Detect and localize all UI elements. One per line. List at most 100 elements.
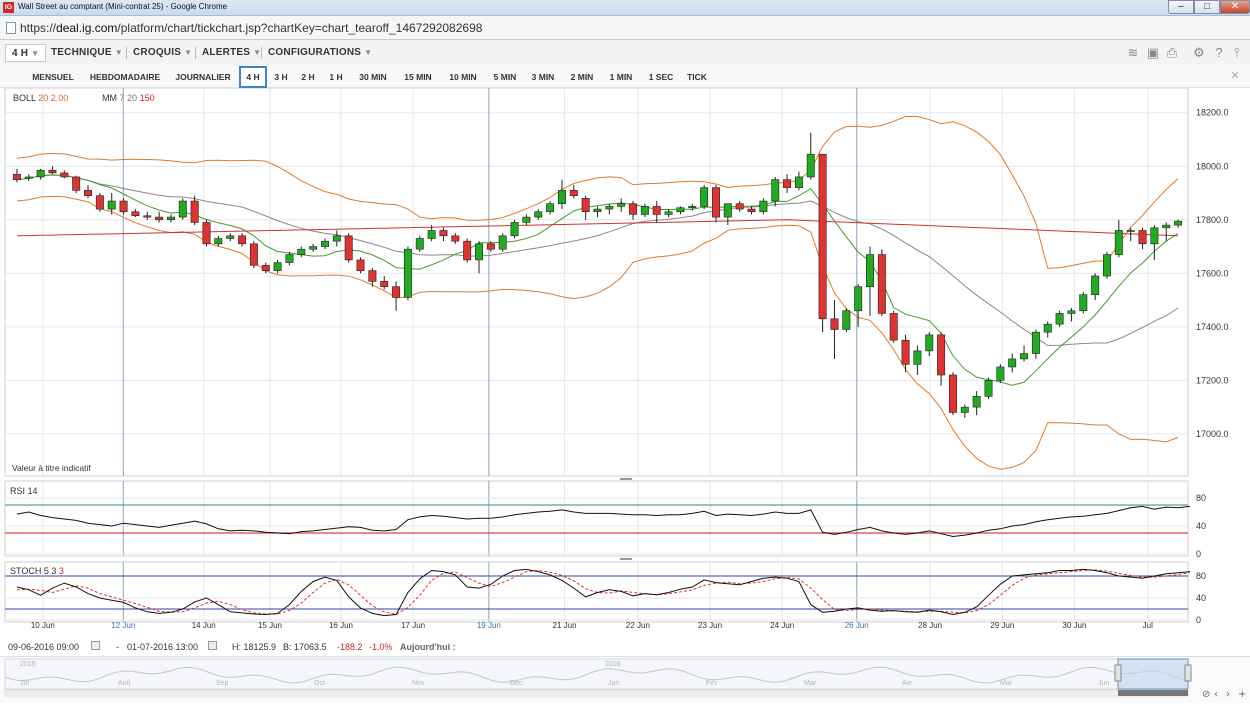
reset-zoom-icon[interactable]: ⊘ (1202, 689, 1210, 700)
rsi-legend[interactable]: RSI 14 (10, 486, 38, 496)
timeframe-1min[interactable]: 1 MIN (604, 69, 638, 85)
timeframe-2h[interactable]: 2 H (296, 69, 320, 85)
candle-up (700, 187, 709, 207)
candle-down (877, 254, 886, 314)
candle-up (1067, 310, 1076, 314)
navigator-month-label: Mar (804, 680, 817, 687)
candle-down (486, 243, 495, 250)
timeframe-bar: MENSUEL HEBDOMADAIRE JOURNALIER 4 H 3 H … (0, 65, 1250, 88)
timeframe-2min[interactable]: 2 MIN (565, 69, 599, 85)
candle-up (546, 203, 555, 213)
technique-menu[interactable]: TECHNIQUE ▼ (45, 44, 129, 62)
x-axis-label: 26 Jun (845, 621, 869, 630)
chevron-down-icon: ▼ (184, 48, 193, 57)
candle-up (166, 216, 175, 221)
croquis-label: CROQUIS (133, 47, 182, 58)
image-icon[interactable]: ▣ (1145, 45, 1161, 61)
stoch-legend[interactable]: STOCH 5 3 3 (10, 566, 64, 576)
candle-up (1150, 227, 1159, 245)
range-start[interactable]: 09-06-2016 09:00 (8, 642, 79, 652)
chart-toolbar: 4 H ▼ TECHNIQUE ▼ CROQUIS ▼ ALERTES ▼ CONFIG… (0, 40, 1250, 65)
timeframe-4h[interactable]: 4 H (239, 66, 267, 88)
candle-down (119, 200, 128, 213)
period-dropdown[interactable]: 4 H ▼ (5, 44, 47, 62)
page-icon (6, 22, 16, 34)
minimize-button[interactable]: – (1168, 0, 1194, 14)
chart-area[interactable]: 18200.0 18000.0 17800.0 17600.0 17400.0 17200… (0, 88, 1250, 656)
close-window-button[interactable]: ✕ (1220, 0, 1250, 14)
candle-up (842, 310, 851, 330)
calendar-icon[interactable] (208, 641, 217, 650)
candle-down (463, 240, 472, 261)
chevron-down-icon: ▼ (114, 48, 123, 57)
rsi-resize-handle (620, 478, 632, 480)
calendar-icon[interactable] (91, 641, 100, 650)
timeframe-3min[interactable]: 3 MIN (526, 69, 560, 85)
url-text[interactable]: https://deal.ig.com/platform/chart/tickc… (20, 21, 482, 35)
maximize-button[interactable]: □ (1194, 0, 1220, 14)
navigator-svg[interactable]: 2015 2016 Jul Aoû Sep Oct Nov Déc Jan Fév Mar Avr Ma… (0, 657, 1250, 704)
time-navigator[interactable]: 2015 2016 Jul Aoû Sep Oct Nov Déc Jan Fév Mar Avr Ma… (0, 656, 1250, 703)
candle-down (629, 203, 638, 215)
candle-up (214, 238, 223, 245)
rsi-tick-label: 80 (1196, 493, 1206, 503)
candle-down (12, 173, 21, 180)
configurations-menu[interactable]: CONFIGURATIONS ▼ (262, 44, 378, 62)
mm-legend[interactable]: MM 7 20 150 (102, 93, 155, 103)
alertes-menu[interactable]: ALERTES ▼ (196, 44, 267, 62)
timeframe-3h[interactable]: 3 H (269, 69, 293, 85)
print-icon[interactable]: ⎙ (1164, 45, 1180, 61)
indicative-note: Valeur à titre indicatif (12, 463, 91, 473)
navigator-month-label: Jun (1098, 680, 1109, 687)
scroll-right-icon[interactable]: › (1226, 689, 1230, 700)
rsi-name: RSI (10, 486, 26, 496)
timeframe-1sec[interactable]: 1 SEC (644, 69, 678, 85)
candle-up (36, 169, 45, 178)
candle-up (1055, 313, 1064, 325)
candle-up (273, 262, 282, 271)
price-chart-svg[interactable]: 18200.0 18000.0 17800.0 17600.0 17400.0 17200… (0, 88, 1250, 638)
candle-up (1079, 294, 1088, 312)
scroll-left-icon[interactable]: ‹ (1214, 689, 1218, 700)
price-tick-label: 17800.0 (1196, 215, 1229, 225)
timeframe-tick[interactable]: TICK (683, 69, 711, 85)
candle-up (498, 235, 507, 250)
range-end[interactable]: 01-07-2016 13:00 (127, 642, 198, 652)
window-title: Wall Street au comptant (Mini-contrat 25… (18, 2, 228, 11)
croquis-menu[interactable]: CROQUIS ▼ (127, 44, 198, 62)
timeframe-5min[interactable]: 5 MIN (488, 69, 522, 85)
gear-icon[interactable]: ⚙ (1191, 45, 1207, 61)
price-tick-label: 18000.0 (1196, 161, 1229, 171)
timeframe-mensuel[interactable]: MENSUEL (27, 69, 79, 85)
close-icon[interactable]: ✕ (1227, 68, 1243, 84)
candle-up (688, 206, 697, 209)
candle-down (84, 190, 92, 196)
boll-legend[interactable]: BOLL 20 2.00 (13, 93, 68, 103)
timeframe-30min[interactable]: 30 MIN (353, 69, 393, 85)
layers-icon[interactable]: ≋ (1125, 45, 1141, 61)
url-host: deal.ig.com (56, 21, 118, 35)
candle-up (1114, 230, 1123, 255)
pin-icon[interactable]: ⫯ (1229, 45, 1245, 61)
candle-up (771, 179, 780, 202)
candle-down (889, 313, 898, 341)
candle-up (866, 254, 874, 287)
candle-down (1138, 230, 1147, 245)
timeframe-10min[interactable]: 10 MIN (443, 69, 483, 85)
candle-down (818, 153, 827, 320)
timeframe-15min[interactable]: 15 MIN (398, 69, 438, 85)
timeframe-1h[interactable]: 1 H (324, 69, 348, 85)
address-bar[interactable]: https://deal.ig.com/platform/chart/tickc… (0, 16, 1250, 40)
candle-down (439, 230, 448, 237)
candle-down (451, 235, 460, 242)
candle-up (297, 248, 306, 255)
timeframe-journalier[interactable]: JOURNALIER (171, 69, 235, 85)
candle-down (948, 374, 957, 413)
help-icon[interactable]: ? (1211, 45, 1227, 61)
alertes-label: ALERTES (202, 47, 251, 58)
zoom-in-icon[interactable]: + (1238, 689, 1246, 700)
stoch-name: STOCH (10, 566, 42, 576)
x-axis-label: 10 Jun (31, 621, 55, 630)
candle-up (664, 211, 673, 215)
timeframe-hebdomadaire[interactable]: HEBDOMADAIRE (85, 69, 165, 85)
